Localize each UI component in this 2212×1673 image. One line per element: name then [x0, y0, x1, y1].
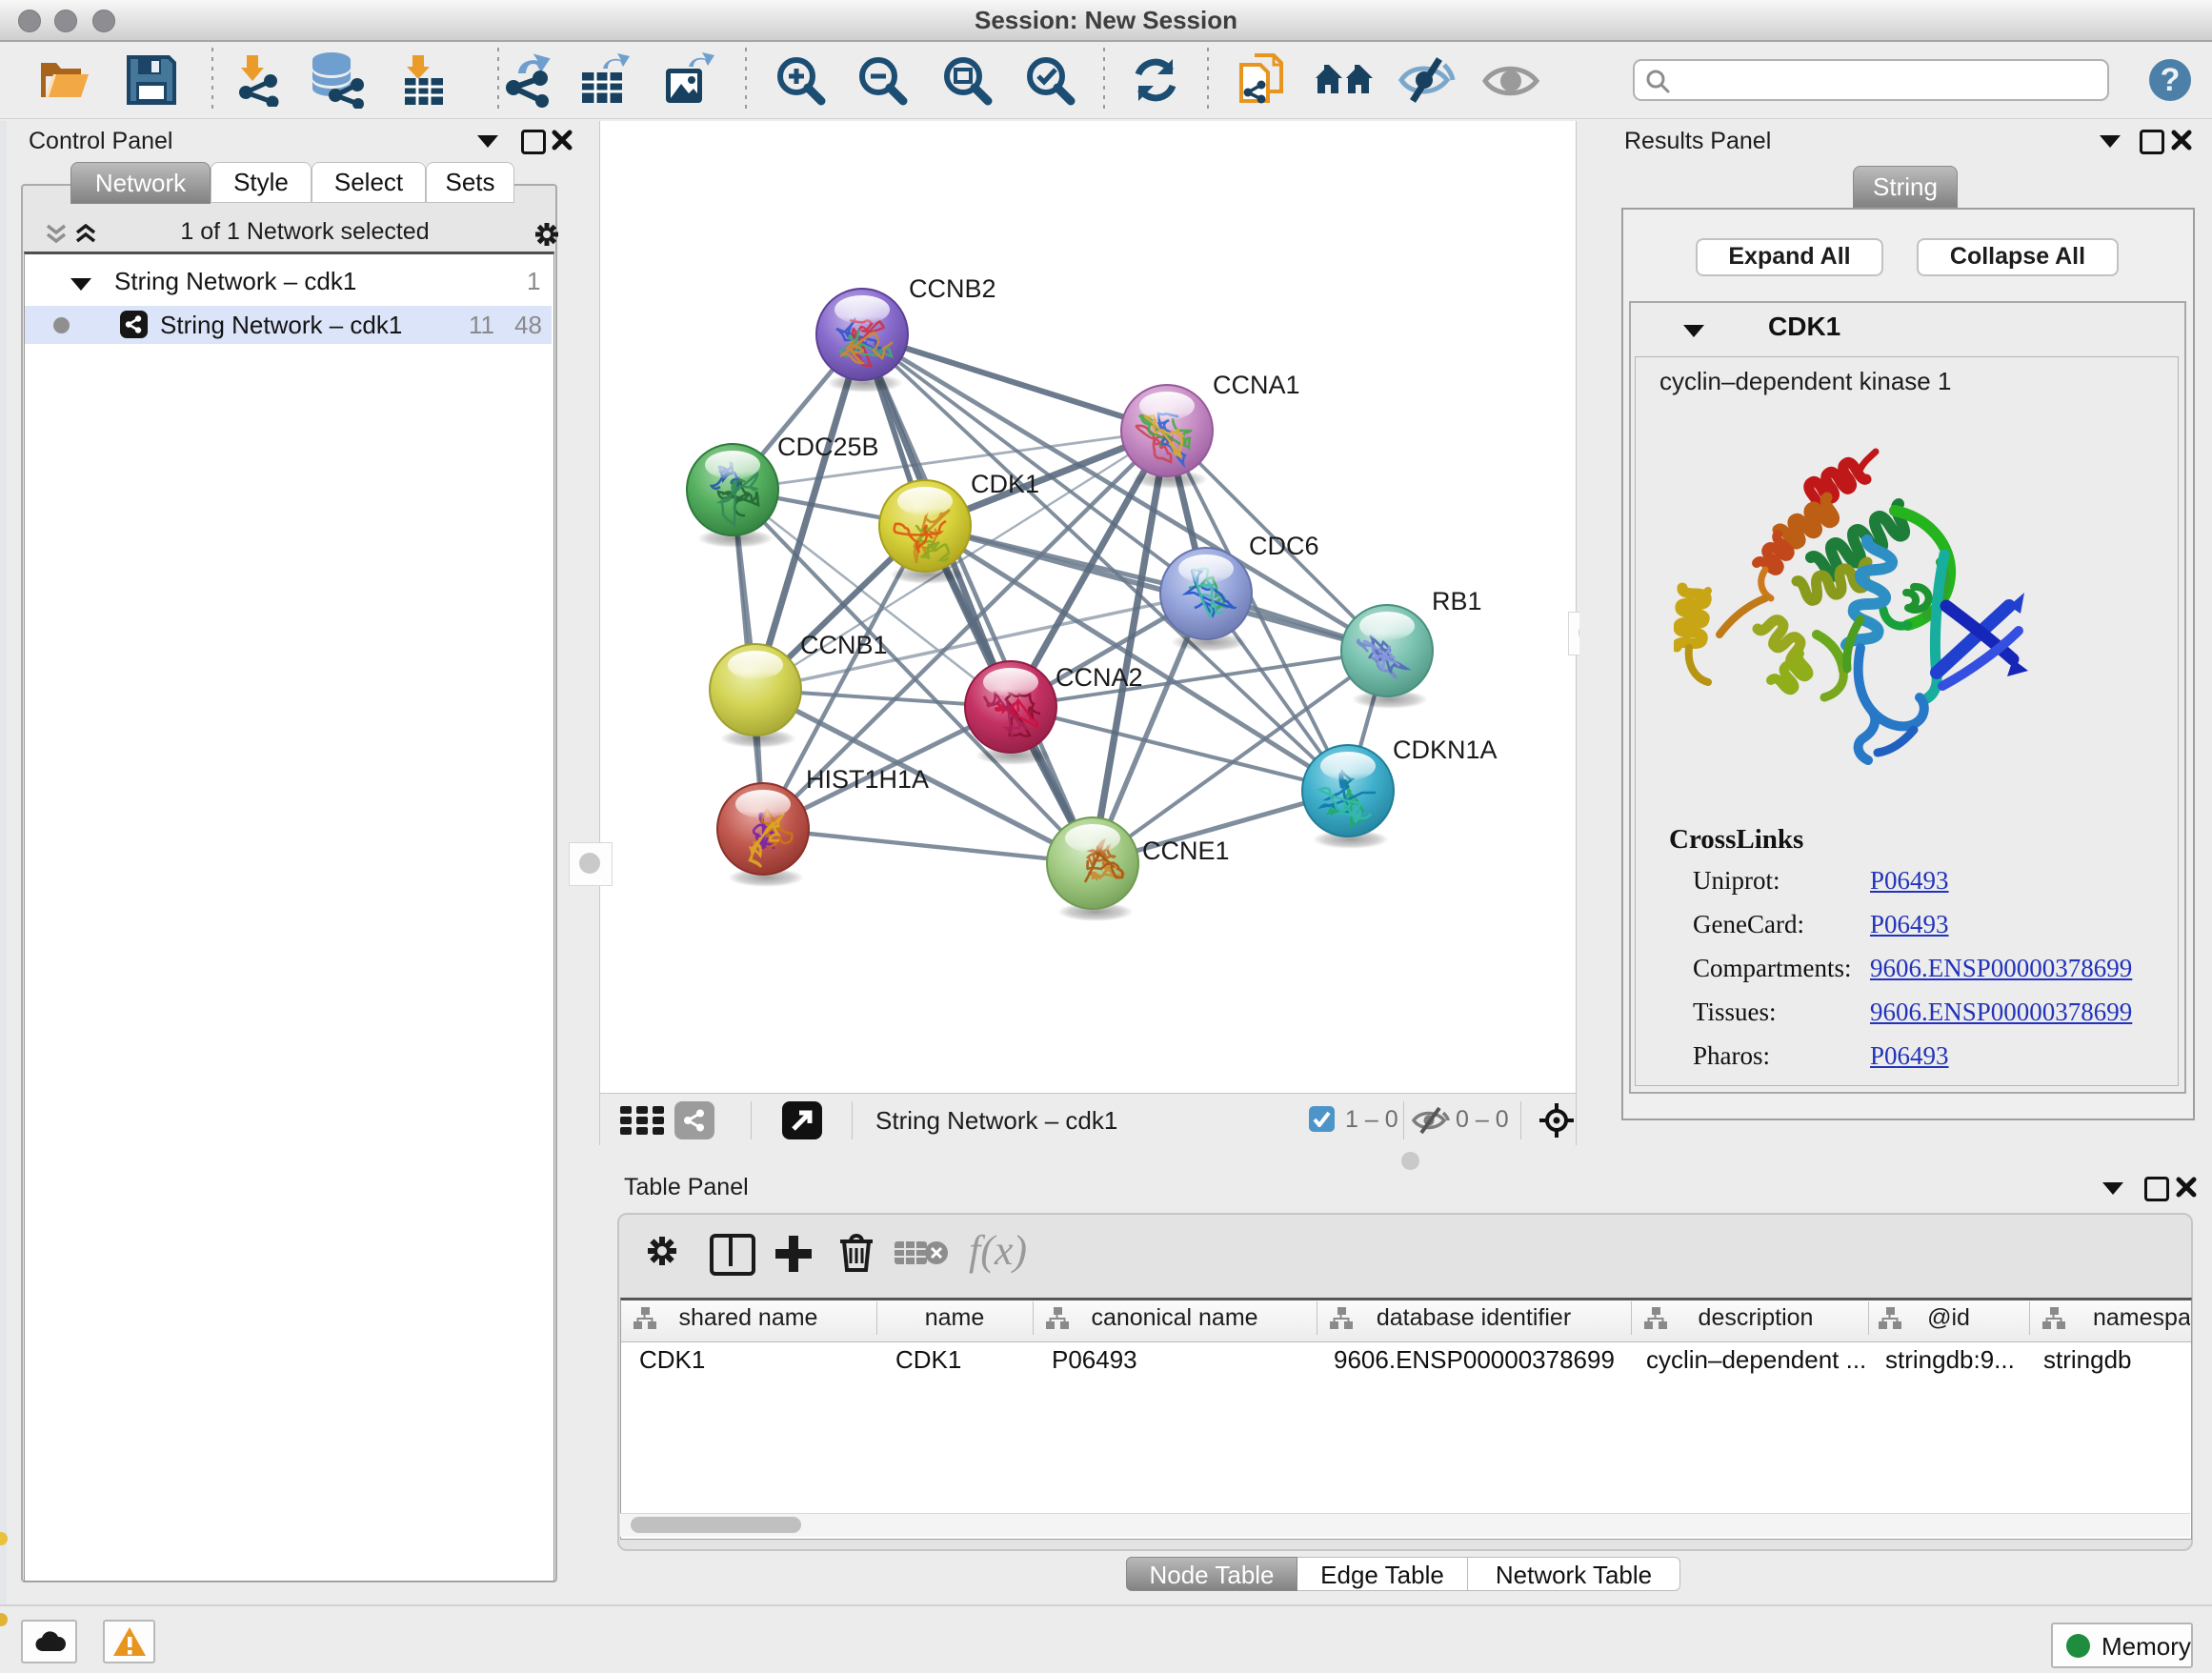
svg-text:CDC6: CDC6: [1249, 532, 1319, 560]
svg-text:RB1: RB1: [1432, 587, 1482, 615]
svg-text:CCNB2: CCNB2: [909, 274, 996, 303]
svg-text:CCNA1: CCNA1: [1213, 371, 1300, 399]
svg-text:CDK1: CDK1: [971, 470, 1039, 498]
svg-text:CCNA2: CCNA2: [1056, 663, 1143, 692]
svg-text:CDC25B: CDC25B: [777, 433, 879, 461]
svg-text:CDKN1A: CDKN1A: [1393, 736, 1498, 764]
svg-text:CCNB1: CCNB1: [800, 631, 888, 659]
svg-text:HIST1H1A: HIST1H1A: [806, 765, 929, 794]
svg-text:CCNE1: CCNE1: [1142, 836, 1230, 865]
